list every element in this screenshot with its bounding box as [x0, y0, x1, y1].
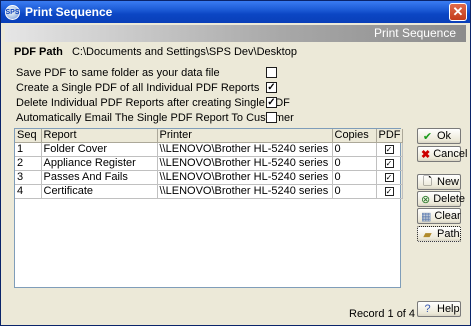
- checkmark-icon: ✔: [422, 130, 433, 143]
- folder-icon: ▰: [423, 228, 432, 241]
- grid-header: Seq Report Printer Copies PDF: [15, 129, 403, 143]
- cell-report[interactable]: Passes And Fails: [41, 170, 158, 185]
- new-document-icon: 🗋: [423, 175, 432, 188]
- cell-printer[interactable]: \\LENOVO\Brother HL-5240 series: [157, 170, 333, 185]
- delete-icon: ⊗: [421, 193, 431, 206]
- cell-report[interactable]: Certificate: [41, 184, 158, 199]
- cell-copies[interactable]: 0: [332, 184, 377, 199]
- cell-seq[interactable]: 2: [15, 156, 42, 171]
- pdf-path-value: C:\Documents and Settings\SPS Dev\Deskto…: [71, 46, 297, 58]
- delete-label: Delete: [433, 193, 466, 205]
- option-checkbox-same-folder[interactable]: [266, 67, 277, 78]
- table-row[interactable]: 1 Folder Cover \\LENOVO\Brother HL-5240 …: [15, 142, 403, 157]
- column-header-seq[interactable]: Seq: [15, 129, 42, 143]
- cell-pdf[interactable]: ✓: [376, 156, 403, 171]
- clear-label: Clear: [434, 210, 461, 222]
- pdf-checkbox[interactable]: ✓: [384, 159, 394, 168]
- new-button[interactable]: 🗋 New: [417, 174, 461, 190]
- window-title: Print Sequence: [25, 5, 113, 19]
- cell-pdf[interactable]: ✓: [376, 142, 403, 157]
- cell-copies[interactable]: 0: [332, 142, 377, 157]
- cross-icon: ✖: [421, 148, 431, 161]
- help-book-icon: ?: [424, 303, 431, 315]
- table-row[interactable]: 3 Passes And Fails \\LENOVO\Brother HL-5…: [15, 170, 403, 185]
- banner: Print Sequence: [5, 25, 466, 42]
- cell-seq[interactable]: 1: [15, 142, 42, 157]
- cell-pdf[interactable]: ✓: [376, 184, 403, 199]
- cell-seq[interactable]: 4: [15, 184, 42, 199]
- cell-seq[interactable]: 3: [15, 170, 42, 185]
- option-label-auto-email: Automatically Email The Single PDF Repor…: [16, 112, 294, 124]
- cell-pdf[interactable]: ✓: [376, 170, 403, 185]
- title-bar[interactable]: SPS Print Sequence ✕: [1, 1, 470, 23]
- cell-report[interactable]: Appliance Register: [41, 156, 158, 171]
- new-label: New: [437, 176, 460, 188]
- column-header-pdf[interactable]: PDF: [376, 129, 403, 143]
- cancel-button[interactable]: ✖ Cancel: [417, 146, 467, 162]
- clear-icon: ▦: [421, 210, 432, 223]
- clear-button[interactable]: ▦ Clear: [417, 208, 461, 224]
- table-row[interactable]: 2 Appliance Register \\LENOVO\Brother HL…: [15, 156, 403, 171]
- pdf-checkbox[interactable]: ✓: [384, 187, 394, 196]
- column-header-copies[interactable]: Copies: [332, 129, 377, 143]
- record-status: Record 1 of 4: [349, 308, 416, 320]
- option-label-delete-individual: Delete Individual PDF Reports after crea…: [16, 97, 290, 109]
- close-button[interactable]: ✕: [449, 3, 467, 21]
- cancel-label: Cancel: [433, 148, 468, 160]
- column-header-printer[interactable]: Printer: [157, 129, 333, 143]
- cell-copies[interactable]: 0: [332, 170, 377, 185]
- app-icon: SPS: [5, 4, 20, 20]
- help-button[interactable]: ? Help: [417, 301, 461, 317]
- cell-report[interactable]: Folder Cover: [41, 142, 158, 157]
- pdf-checkbox[interactable]: ✓: [384, 145, 394, 154]
- table-row[interactable]: 4 Certificate \\LENOVO\Brother HL-5240 s…: [15, 184, 403, 199]
- cell-printer[interactable]: \\LENOVO\Brother HL-5240 series: [157, 156, 333, 171]
- column-header-report[interactable]: Report: [41, 129, 158, 143]
- delete-button[interactable]: ⊗ Delete: [417, 191, 465, 207]
- pdf-path-label: PDF Path: [14, 46, 63, 58]
- ok-label: Ok: [437, 130, 452, 142]
- option-label-single-pdf: Create a Single PDF of all Individual PD…: [16, 82, 260, 94]
- help-label: Help: [437, 303, 460, 315]
- option-label-same-folder: Save PDF to same folder as your data fil…: [16, 67, 220, 79]
- pdf-checkbox[interactable]: ✓: [384, 173, 394, 182]
- option-checkbox-single-pdf[interactable]: ✓: [266, 82, 277, 93]
- option-checkbox-auto-email[interactable]: [266, 112, 277, 123]
- path-button[interactable]: ▰ Path: [417, 226, 461, 242]
- print-sequence-window: SPS Print Sequence ✕ Print Sequence PDF …: [0, 0, 471, 326]
- cell-printer[interactable]: \\LENOVO\Brother HL-5240 series: [157, 184, 333, 199]
- cell-copies[interactable]: 0: [332, 156, 377, 171]
- print-sequence-grid[interactable]: Seq Report Printer Copies PDF 1 Folder C…: [14, 128, 403, 288]
- cell-printer[interactable]: \\LENOVO\Brother HL-5240 series: [157, 142, 333, 157]
- ok-button[interactable]: ✔ Ok: [417, 128, 461, 144]
- close-icon: ✕: [452, 4, 464, 19]
- path-label: Path: [437, 228, 460, 240]
- pdf-path-row: PDF Path C:\Documents and Settings\SPS D…: [14, 46, 297, 58]
- option-checkbox-delete-individual[interactable]: ✓: [266, 97, 277, 108]
